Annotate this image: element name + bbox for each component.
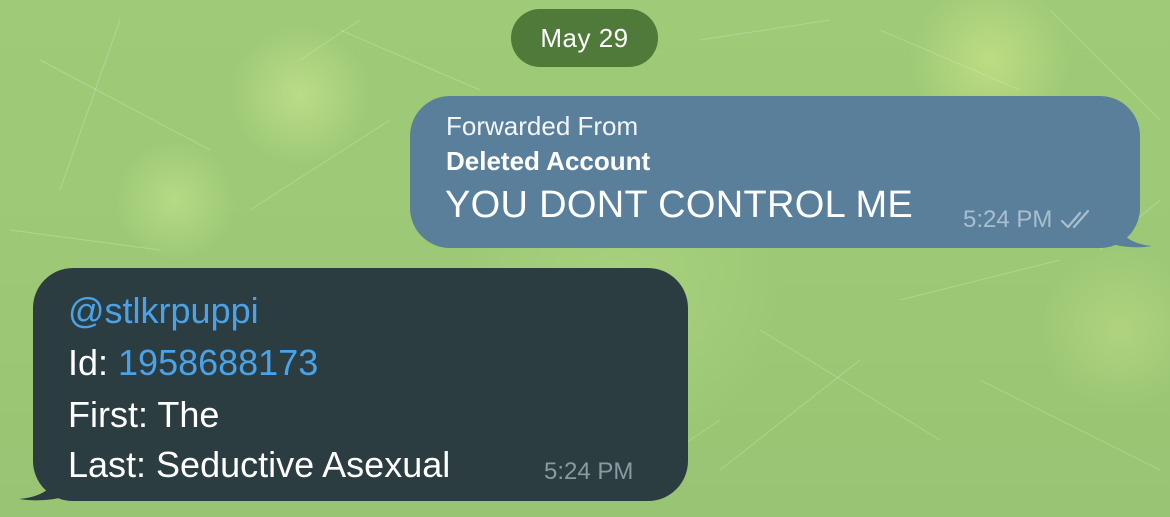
date-separator: May 29 <box>511 9 658 67</box>
username-mention[interactable]: @stlkrpuppi <box>68 290 259 332</box>
message-time: 5:24 PM <box>963 206 1053 233</box>
first-name-line: First: The <box>68 394 220 435</box>
user-id-value[interactable]: 1958688173 <box>118 342 318 383</box>
double-check-icon <box>1061 209 1090 229</box>
outgoing-message-bubble[interactable]: Forwarded From Deleted Account YOU DONT … <box>410 96 1152 248</box>
message-meta: 5:24 PM <box>963 206 1094 234</box>
user-id-line: Id: 1958688173 <box>68 342 318 384</box>
incoming-message-bubble[interactable]: @stlkrpuppi Id: 1958688173 First: The La… <box>19 268 688 501</box>
bubble-tail <box>1112 218 1152 248</box>
bubble-tail <box>19 469 63 501</box>
date-separator-label: May 29 <box>540 22 629 53</box>
message-time: 5:24 PM <box>544 458 634 485</box>
message-text: YOU DONT CONTROL ME <box>445 184 914 226</box>
last-name-line: Last: Seductive Asexual <box>68 444 451 485</box>
forwarded-label: Forwarded From <box>446 111 639 141</box>
user-id-label: Id: <box>68 342 119 383</box>
forwarded-from-name[interactable]: Deleted Account <box>446 146 650 177</box>
